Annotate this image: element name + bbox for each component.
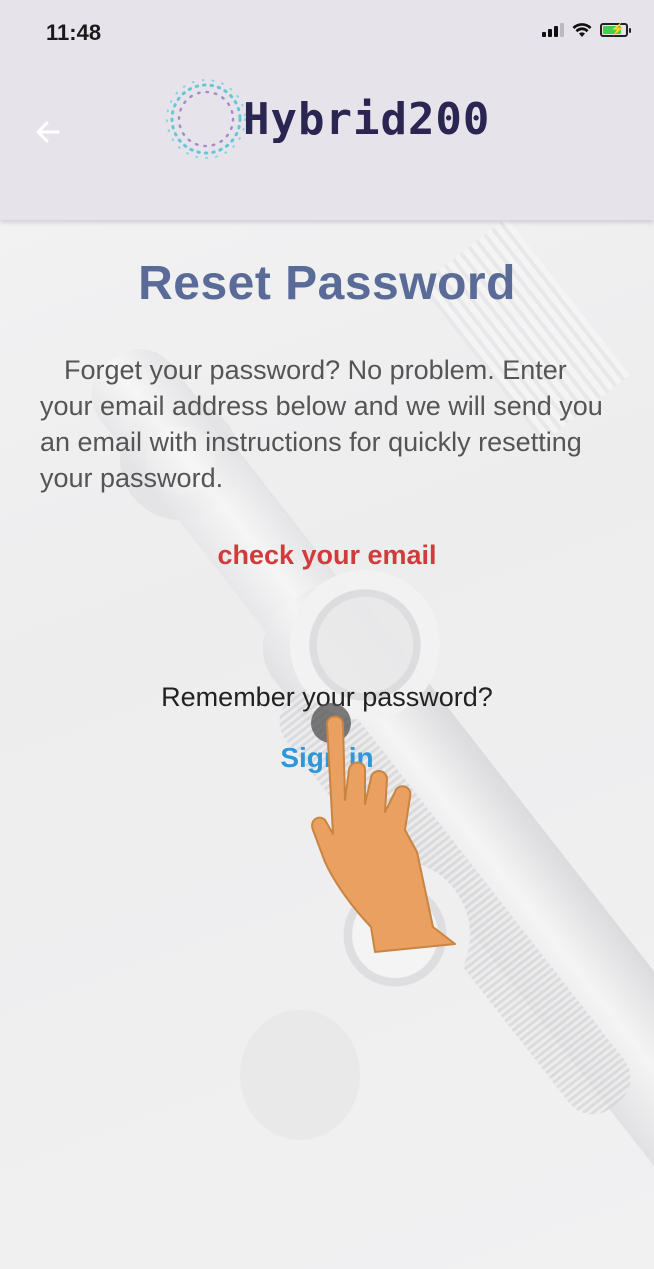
wifi-icon xyxy=(572,23,592,37)
page-title: Reset Password xyxy=(138,257,516,310)
dotted-ring-logo-icon xyxy=(166,79,246,159)
status-message: check your email xyxy=(217,540,437,570)
app-name: Hybrid200 xyxy=(243,93,491,145)
app-logo: Hybrid200 xyxy=(163,76,490,162)
cellular-signal-icon xyxy=(542,23,564,37)
instructions-text: Forget your password? No problem. Enter … xyxy=(40,355,603,493)
app-header: Hybrid200 xyxy=(0,60,654,220)
status-time: 11:48 xyxy=(46,20,102,45)
reset-password-screen: 11:48 ⚡ Hybrid200 Reset Password Forget … xyxy=(0,0,654,1269)
battery-icon: ⚡ xyxy=(600,22,631,37)
arrow-left-icon xyxy=(36,121,60,143)
back-button[interactable] xyxy=(28,112,68,152)
status-bar: 11:48 ⚡ xyxy=(0,0,654,60)
pointing-hand-icon xyxy=(311,715,456,953)
status-icons: ⚡ xyxy=(542,22,631,38)
